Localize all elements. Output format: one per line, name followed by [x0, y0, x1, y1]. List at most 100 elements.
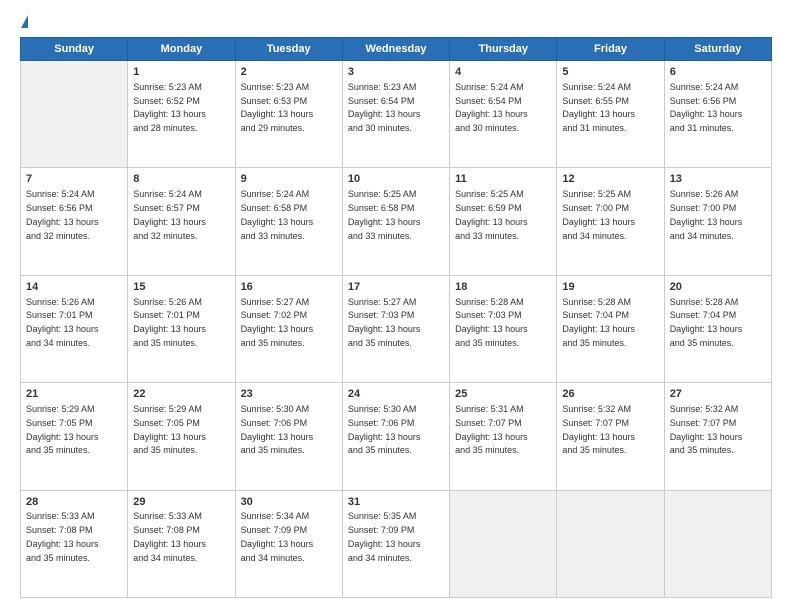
calendar-cell: 28Sunrise: 5:33 AMSunset: 7:08 PMDayligh… — [21, 490, 128, 597]
day-number: 21 — [26, 387, 122, 402]
calendar-cell: 15 Sunrise: 5:26 AMSunset: 7:01 PMDayligh… — [128, 275, 235, 382]
cell-info: Sunrise: 5:27 AMSunset: 7:02 PMDaylight:… — [241, 297, 314, 348]
calendar-cell: 22Sunrise: 5:29 AMSunset: 7:05 PMDayligh… — [128, 383, 235, 490]
calendar-cell: 30Sunrise: 5:34 AMSunset: 7:09 PMDayligh… — [235, 490, 342, 597]
cell-info: Sunrise: 5:30 AMSunset: 7:06 PMDaylight:… — [241, 404, 314, 455]
page: SundayMondayTuesdayWednesdayThursdayFrid… — [0, 0, 792, 612]
cell-info: Sunrise: 5:25 AMSunset: 7:00 PMDaylight:… — [562, 189, 635, 240]
day-number: 11 — [455, 172, 551, 187]
calendar-cell: 9 Sunrise: 5:24 AMSunset: 6:58 PMDaylight… — [235, 168, 342, 275]
cell-info: Sunrise: 5:26 AMSunset: 7:01 PMDaylight:… — [26, 297, 99, 348]
day-number: 14 — [26, 280, 122, 295]
calendar-cell: 19 Sunrise: 5:28 AMSunset: 7:04 PMDayligh… — [557, 275, 664, 382]
day-number: 19 — [562, 280, 658, 295]
calendar-cell: 16 Sunrise: 5:27 AMSunset: 7:02 PMDayligh… — [235, 275, 342, 382]
calendar-cell: 14 Sunrise: 5:26 AMSunset: 7:01 PMDayligh… — [21, 275, 128, 382]
cell-info: Sunrise: 5:28 AMSunset: 7:04 PMDaylight:… — [670, 297, 743, 348]
day-number: 7 — [26, 172, 122, 187]
day-number: 2 — [241, 65, 337, 80]
calendar-cell: 10 Sunrise: 5:25 AMSunset: 6:58 PMDayligh… — [342, 168, 449, 275]
day-number: 24 — [348, 387, 444, 402]
day-number: 12 — [562, 172, 658, 187]
calendar-cell: 20 Sunrise: 5:28 AMSunset: 7:04 PMDayligh… — [664, 275, 771, 382]
calendar-cell — [21, 61, 128, 168]
calendar-cell: 23Sunrise: 5:30 AMSunset: 7:06 PMDayligh… — [235, 383, 342, 490]
cell-info: Sunrise: 5:24 AMSunset: 6:55 PMDaylight:… — [562, 82, 635, 133]
cell-info: Sunrise: 5:30 AMSunset: 7:06 PMDaylight:… — [348, 404, 421, 455]
calendar-day-header: Sunday — [21, 38, 128, 61]
calendar-cell: 24 Sunrise: 5:30 AMSunset: 7:06 PMDayligh… — [342, 383, 449, 490]
calendar-day-header: Wednesday — [342, 38, 449, 61]
calendar-week-row: 21 Sunrise: 5:29 AMSunset: 7:05 PMDayligh… — [21, 383, 772, 490]
calendar-cell: 17 Sunrise: 5:27 AMSunset: 7:03 PMDayligh… — [342, 275, 449, 382]
calendar-cell: 26Sunrise: 5:32 AMSunset: 7:07 PMDayligh… — [557, 383, 664, 490]
day-number: 25 — [455, 387, 551, 402]
day-number: 15 — [133, 280, 229, 295]
cell-info: Sunrise: 5:24 AMSunset: 6:56 PMDaylight:… — [670, 82, 743, 133]
calendar-cell: 3 Sunrise: 5:23 AMSunset: 6:54 PMDaylight… — [342, 61, 449, 168]
day-number: 26 — [562, 387, 658, 402]
calendar-cell — [450, 490, 557, 597]
calendar-header-row: SundayMondayTuesdayWednesdayThursdayFrid… — [21, 38, 772, 61]
header — [20, 18, 772, 27]
calendar-cell — [557, 490, 664, 597]
calendar-cell: 2 Sunrise: 5:23 AMSunset: 6:53 PMDaylight… — [235, 61, 342, 168]
cell-info: Sunrise: 5:24 AMSunset: 6:56 PMDaylight:… — [26, 189, 99, 240]
cell-info: Sunrise: 5:28 AMSunset: 7:04 PMDaylight:… — [562, 297, 635, 348]
calendar-cell: 8Sunrise: 5:24 AMSunset: 6:57 PMDaylight… — [128, 168, 235, 275]
logo-arrow-icon — [21, 15, 28, 28]
calendar-cell: 13Sunrise: 5:26 AMSunset: 7:00 PMDayligh… — [664, 168, 771, 275]
calendar-cell: 29Sunrise: 5:33 AMSunset: 7:08 PMDayligh… — [128, 490, 235, 597]
day-number: 16 — [241, 280, 337, 295]
calendar-cell: 1Sunrise: 5:23 AMSunset: 6:52 PMDaylight… — [128, 61, 235, 168]
cell-info: Sunrise: 5:25 AMSunset: 6:59 PMDaylight:… — [455, 189, 528, 240]
calendar-cell: 6 Sunrise: 5:24 AMSunset: 6:56 PMDaylight… — [664, 61, 771, 168]
calendar-day-header: Monday — [128, 38, 235, 61]
day-number: 5 — [562, 65, 658, 80]
calendar-cell: 12 Sunrise: 5:25 AMSunset: 7:00 PMDayligh… — [557, 168, 664, 275]
calendar-cell: 31Sunrise: 5:35 AMSunset: 7:09 PMDayligh… — [342, 490, 449, 597]
calendar-cell: 27 Sunrise: 5:32 AMSunset: 7:07 PMDayligh… — [664, 383, 771, 490]
cell-info: Sunrise: 5:29 AMSunset: 7:05 PMDaylight:… — [26, 404, 99, 455]
calendar-week-row: 7 Sunrise: 5:24 AMSunset: 6:56 PMDaylight… — [21, 168, 772, 275]
day-number: 4 — [455, 65, 551, 80]
day-number: 3 — [348, 65, 444, 80]
calendar-cell: 21 Sunrise: 5:29 AMSunset: 7:05 PMDayligh… — [21, 383, 128, 490]
cell-info: Sunrise: 5:25 AMSunset: 6:58 PMDaylight:… — [348, 189, 421, 240]
calendar-day-header: Thursday — [450, 38, 557, 61]
calendar-cell: 4 Sunrise: 5:24 AMSunset: 6:54 PMDaylight… — [450, 61, 557, 168]
cell-info: Sunrise: 5:29 AMSunset: 7:05 PMDaylight:… — [133, 404, 206, 455]
cell-info: Sunrise: 5:23 AMSunset: 6:54 PMDaylight:… — [348, 82, 421, 133]
calendar-cell — [664, 490, 771, 597]
day-number: 13 — [670, 172, 766, 187]
cell-info: Sunrise: 5:23 AMSunset: 6:53 PMDaylight:… — [241, 82, 314, 133]
day-number: 9 — [241, 172, 337, 187]
day-number: 29 — [133, 495, 229, 510]
day-number: 10 — [348, 172, 444, 187]
calendar-day-header: Saturday — [664, 38, 771, 61]
cell-info: Sunrise: 5:23 AMSunset: 6:52 PMDaylight:… — [133, 82, 206, 133]
calendar-week-row: 28Sunrise: 5:33 AMSunset: 7:08 PMDayligh… — [21, 490, 772, 597]
day-number: 18 — [455, 280, 551, 295]
cell-info: Sunrise: 5:32 AMSunset: 7:07 PMDaylight:… — [670, 404, 743, 455]
day-number: 20 — [670, 280, 766, 295]
day-number: 17 — [348, 280, 444, 295]
logo — [20, 18, 29, 27]
calendar-day-header: Friday — [557, 38, 664, 61]
cell-info: Sunrise: 5:24 AMSunset: 6:57 PMDaylight:… — [133, 189, 206, 240]
day-number: 31 — [348, 495, 444, 510]
cell-info: Sunrise: 5:24 AMSunset: 6:54 PMDaylight:… — [455, 82, 528, 133]
cell-info: Sunrise: 5:34 AMSunset: 7:09 PMDaylight:… — [241, 511, 314, 562]
cell-info: Sunrise: 5:33 AMSunset: 7:08 PMDaylight:… — [133, 511, 206, 562]
calendar-cell: 5 Sunrise: 5:24 AMSunset: 6:55 PMDaylight… — [557, 61, 664, 168]
calendar-day-header: Tuesday — [235, 38, 342, 61]
calendar-table: SundayMondayTuesdayWednesdayThursdayFrid… — [20, 37, 772, 598]
cell-info: Sunrise: 5:26 AMSunset: 7:01 PMDaylight:… — [133, 297, 206, 348]
day-number: 27 — [670, 387, 766, 402]
cell-info: Sunrise: 5:27 AMSunset: 7:03 PMDaylight:… — [348, 297, 421, 348]
cell-info: Sunrise: 5:24 AMSunset: 6:58 PMDaylight:… — [241, 189, 314, 240]
day-number: 6 — [670, 65, 766, 80]
calendar-cell: 7 Sunrise: 5:24 AMSunset: 6:56 PMDaylight… — [21, 168, 128, 275]
calendar-week-row: 14 Sunrise: 5:26 AMSunset: 7:01 PMDayligh… — [21, 275, 772, 382]
calendar-cell: 11 Sunrise: 5:25 AMSunset: 6:59 PMDayligh… — [450, 168, 557, 275]
